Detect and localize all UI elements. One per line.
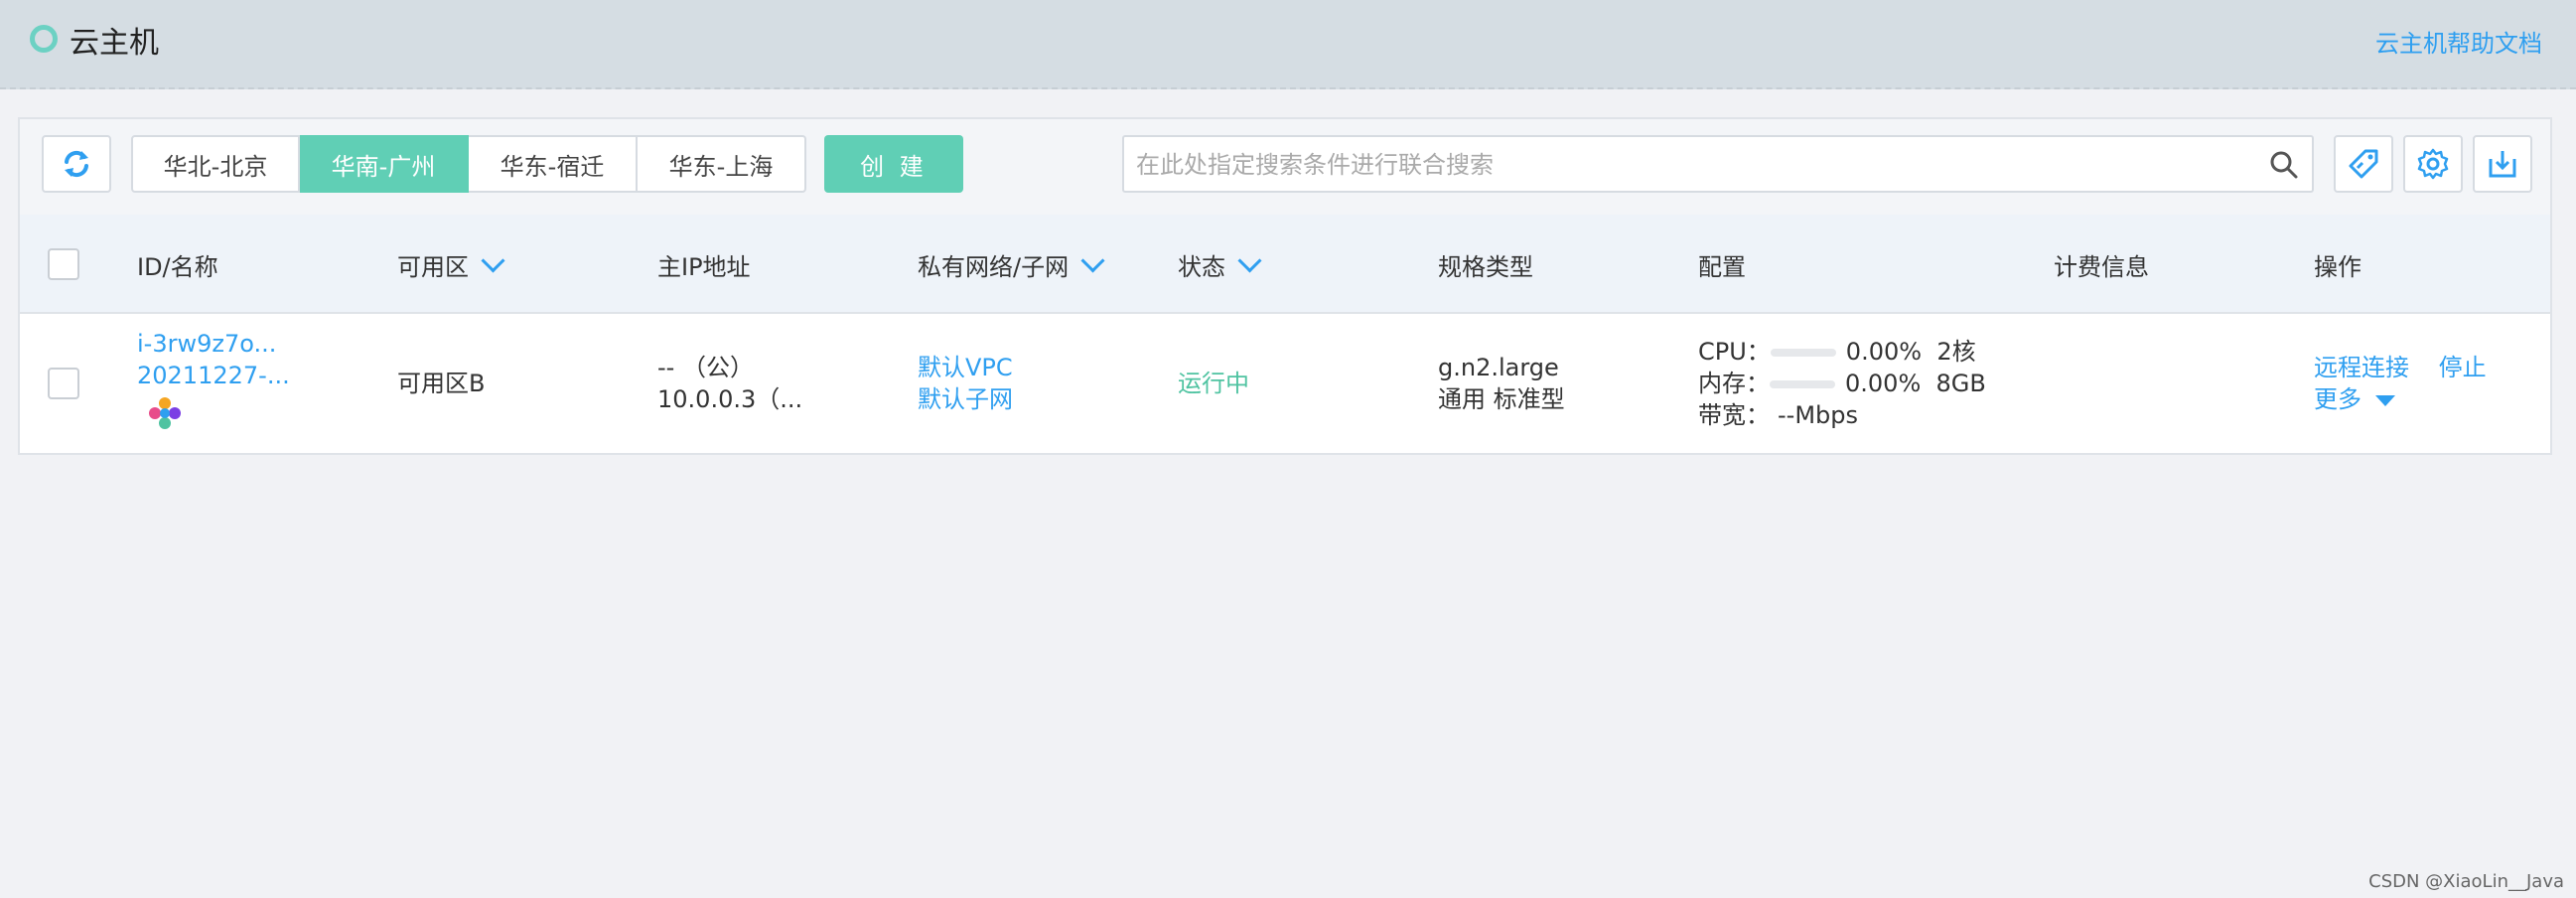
- table-row: i-3rw9z7o... 20211227-... 可用区B -- （公） 10…: [20, 314, 2550, 453]
- instance-panel: 华北-北京 华南-广州 华东-宿迁 华东-上海 创 建 在此处指定搜索条件进行联…: [18, 117, 2552, 455]
- column-id-name: ID/名称: [137, 252, 218, 281]
- instance-name-link[interactable]: 20211227-...: [137, 360, 290, 391]
- tag-button[interactable]: [2334, 135, 2393, 193]
- column-status[interactable]: 状态: [1178, 215, 1262, 314]
- cpu-usage-bar: [1770, 349, 1836, 357]
- toolbar: 华北-北京 华南-广州 华东-宿迁 华东-上海 创 建: [20, 119, 2550, 216]
- search-icon[interactable]: [2268, 149, 2300, 181]
- column-actions: 操作: [2314, 252, 2361, 281]
- region-tab-shanghai[interactable]: 华东-上海: [638, 135, 806, 193]
- column-spec: 规格类型: [1438, 252, 1533, 281]
- bandwidth-line: 带宽： --Mbps: [1698, 401, 1858, 429]
- refresh-button[interactable]: [42, 135, 111, 193]
- vpc-cell: 默认VPC 默认子网: [918, 352, 1013, 415]
- vpc-link[interactable]: 默认VPC: [918, 352, 1013, 383]
- subnet-link[interactable]: 默认子网: [918, 383, 1013, 415]
- status-badge: 运行中: [1178, 370, 1249, 397]
- chevron-down-icon: [481, 247, 505, 273]
- column-zone[interactable]: 可用区: [397, 215, 505, 314]
- config-cell: CPU： 0.00% 2核 内存： 0.00% 8GB 带宽： --Mbps: [1698, 336, 1986, 431]
- private-ip: 10.0.0.3（...: [657, 385, 803, 413]
- ip-cell: -- （公） 10.0.0.3（...: [657, 352, 802, 415]
- gear-icon: [2417, 148, 2449, 180]
- circle-logo-icon: [30, 25, 58, 53]
- caret-down-icon: [2375, 394, 2395, 406]
- cpu-line: CPU： 0.00% 2核: [1698, 338, 1976, 366]
- region-tab-beijing[interactable]: 华北-北京: [131, 135, 300, 193]
- help-docs-link[interactable]: 云主机帮助文档: [2375, 24, 2542, 59]
- region-tab-guangzhou[interactable]: 华南-广州: [300, 135, 469, 193]
- table-header: ID/名称 可用区 主IP地址 私有网络/子网 状态 规格类型 配置 计费信息 …: [20, 215, 2550, 314]
- zone-cell: 可用区B: [397, 370, 486, 397]
- stop-link[interactable]: 停止: [2439, 354, 2487, 381]
- instance-id-cell: i-3rw9z7o... 20211227-...: [137, 328, 290, 443]
- download-icon: [2489, 151, 2516, 178]
- chevron-down-icon: [1080, 247, 1105, 273]
- row-checkbox[interactable]: [48, 368, 79, 399]
- column-vpc[interactable]: 私有网络/子网: [918, 215, 1105, 314]
- memory-line: 内存： 0.00% 8GB: [1698, 370, 1986, 397]
- region-tabs: 华北-北京 华南-广州 华东-宿迁 华东-上海: [131, 135, 806, 193]
- watermark: CSDN @XiaoLin__Java: [2368, 871, 2564, 892]
- more-dropdown[interactable]: 更多: [2314, 383, 2487, 415]
- chevron-down-icon: [1237, 247, 1262, 273]
- select-all-checkbox[interactable]: [48, 248, 79, 280]
- tag-icon: [2349, 149, 2378, 179]
- settings-button[interactable]: [2403, 135, 2463, 193]
- page-title: 云主机: [70, 26, 159, 61]
- actions-cell: 远程连接 停止 更多: [2314, 352, 2487, 415]
- page-header: 云主机 云主机帮助文档: [0, 0, 2576, 89]
- instance-id-link[interactable]: i-3rw9z7o...: [137, 328, 290, 360]
- remote-connect-link[interactable]: 远程连接: [2314, 354, 2409, 381]
- spec-type: 通用 标准型: [1438, 385, 1565, 413]
- spec-cell: g.n2.large 通用 标准型: [1438, 352, 1565, 415]
- column-billing: 计费信息: [2054, 252, 2149, 281]
- search-input[interactable]: [1134, 143, 2250, 187]
- os-image-icon: [149, 397, 181, 429]
- create-button[interactable]: 创 建: [824, 135, 963, 193]
- public-ip: -- （公）: [657, 354, 754, 381]
- region-tab-suqian[interactable]: 华东-宿迁: [469, 135, 638, 193]
- export-button[interactable]: [2473, 135, 2532, 193]
- spec-name: g.n2.large: [1438, 354, 1559, 381]
- memory-usage-bar: [1770, 380, 1835, 388]
- refresh-icon: [65, 150, 88, 178]
- search-box: [1122, 135, 2314, 193]
- column-config: 配置: [1698, 252, 1746, 281]
- column-ip: 主IP地址: [657, 252, 751, 281]
